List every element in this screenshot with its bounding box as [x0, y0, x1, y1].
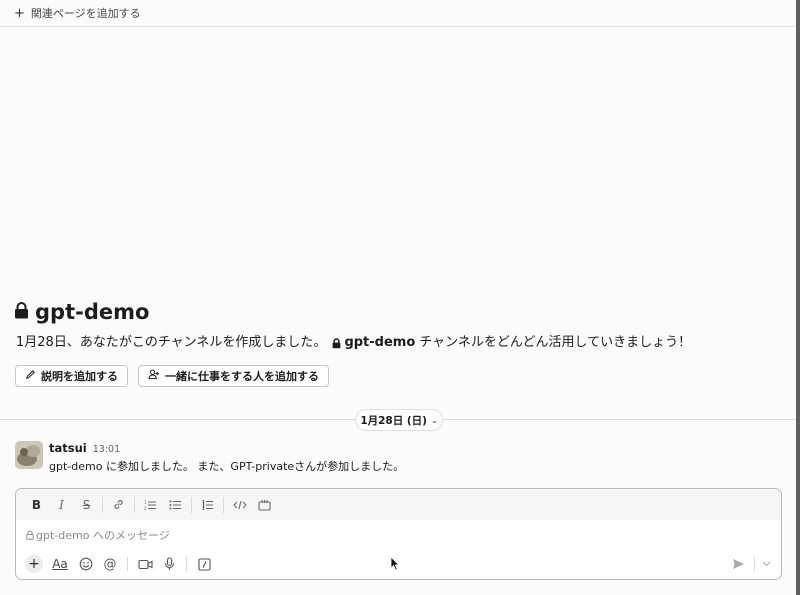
video-icon[interactable] [133, 553, 157, 575]
code-icon[interactable] [227, 494, 252, 516]
window-edge [796, 0, 800, 595]
plus-icon: + [25, 555, 43, 573]
bold-icon[interactable]: B [24, 494, 49, 516]
add-description-label: 説明を追加する [41, 370, 118, 383]
channel-intro: 1月28日、あなたがこのチャンネルを作成しました。 gpt-demo チャンネル… [16, 333, 786, 353]
pencil-icon [25, 369, 36, 383]
blockquote-icon[interactable] [195, 494, 220, 516]
toolbar-separator [102, 496, 103, 513]
channel-mention-name: gpt-demo [344, 335, 416, 350]
toolbar-separator [186, 557, 187, 571]
toolbar-separator [754, 557, 755, 571]
bulleted-list-icon[interactable] [163, 494, 188, 516]
add-description-button[interactable]: 説明を追加する [15, 365, 128, 387]
add-related-page-button[interactable]: + 関連ページを追加する [14, 4, 141, 22]
message-timestamp[interactable]: 13:01 [93, 444, 120, 455]
lock-icon [26, 530, 34, 540]
slash-command-icon[interactable] [192, 553, 216, 575]
divider [0, 26, 796, 27]
plus-icon: + [14, 5, 25, 21]
send-group [726, 553, 773, 575]
channel-pane: + 関連ページを追加する gpt-demo 1月28日、あなたがこのチャンネルを… [0, 0, 796, 595]
code-block-icon[interactable] [252, 494, 277, 516]
link-icon[interactable] [106, 494, 131, 516]
message-placeholder: gpt-demo へのメッセージ [36, 529, 170, 542]
formatting-toolbar: B I S 12 [16, 489, 781, 520]
emoji-icon[interactable] [74, 553, 98, 575]
italic-icon[interactable]: I [49, 494, 74, 516]
text-format-icon[interactable]: Aa [46, 553, 74, 575]
avatar[interactable] [15, 441, 43, 469]
add-people-label: 一緒に仕事をする人を追加する [165, 370, 319, 383]
svg-text:1: 1 [144, 499, 147, 504]
toolbar-separator [134, 496, 135, 513]
svg-text:2: 2 [144, 506, 147, 511]
toolbar-separator [191, 496, 192, 513]
add-related-page-label: 関連ページを追加する [30, 7, 141, 20]
message-author[interactable]: tatsui [49, 441, 87, 455]
message-header: tatsui 13:01 [49, 441, 120, 455]
channel-name: gpt-demo [35, 300, 150, 324]
microphone-icon[interactable] [157, 553, 181, 575]
message-input[interactable]: gpt-demo へのメッセージ [26, 526, 766, 544]
lock-icon [14, 300, 29, 324]
date-label: 1月28日 (日) [360, 414, 427, 427]
chevron-down-icon: ⌄ [430, 415, 438, 425]
toolbar-separator [127, 557, 128, 571]
add-people-button[interactable]: 一緒に仕事をする人を追加する [138, 365, 329, 387]
mention-icon[interactable]: @ [98, 553, 122, 575]
ordered-list-icon[interactable]: 12 [138, 494, 163, 516]
chevron-down-icon[interactable] [759, 553, 773, 575]
send-icon[interactable] [726, 553, 750, 575]
message-text: gpt-demo に参加しました。 また、GPT-privateさんが参加しまし… [49, 460, 405, 473]
intro-suffix: チャンネルをどんどん活用していきましょう！ [419, 335, 692, 350]
strikethrough-icon[interactable]: S [74, 494, 99, 516]
lock-icon [333, 337, 341, 348]
mouse-cursor-icon [390, 556, 400, 575]
channel-mention[interactable]: gpt-demo [332, 333, 415, 353]
date-divider-button[interactable]: 1月28日 (日) ⌄ [355, 409, 443, 431]
toolbar-separator [223, 496, 224, 513]
intro-prefix: 1月28日、あなたがこのチャンネルを作成しました。 [16, 335, 327, 350]
add-person-icon [148, 369, 160, 383]
attach-button[interactable]: + [22, 553, 46, 575]
channel-title: gpt-demo [14, 300, 149, 324]
